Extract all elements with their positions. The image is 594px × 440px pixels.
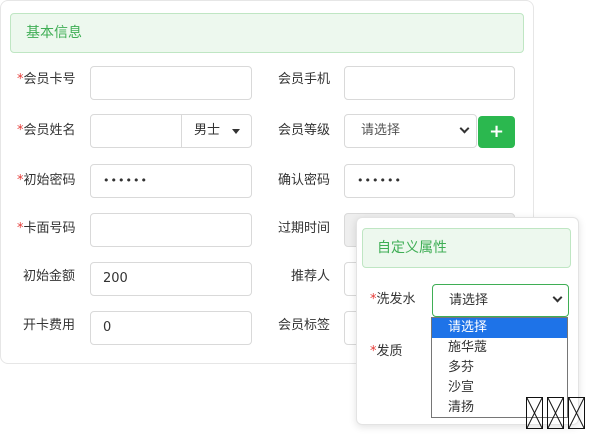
caret-down-icon bbox=[232, 129, 240, 134]
gender-value: 男士 bbox=[194, 123, 221, 138]
chevron-down-icon bbox=[459, 123, 470, 134]
referrer-label: 推荐人 bbox=[291, 269, 331, 284]
gender-dropdown[interactable]: 男士 bbox=[181, 114, 252, 148]
level-label: 会员等级 bbox=[278, 123, 331, 138]
initial-amount-input[interactable]: 200 bbox=[90, 262, 252, 296]
card-face-no-input[interactable] bbox=[90, 213, 252, 247]
custom-attributes-header: 自定义属性 bbox=[362, 228, 571, 268]
shampoo-option[interactable]: 请选择 bbox=[432, 318, 567, 338]
chevron-down-icon bbox=[552, 292, 563, 303]
card-no-input[interactable] bbox=[90, 66, 252, 100]
member-tags-label: 会员标签 bbox=[278, 318, 331, 333]
name-input[interactable] bbox=[90, 114, 182, 148]
phone-label: 会员手机 bbox=[278, 72, 331, 87]
shampoo-option[interactable]: 多芬 bbox=[432, 358, 567, 378]
shampoo-select-value: 请选择 bbox=[449, 293, 489, 308]
shampoo-label: *洗发水 bbox=[370, 292, 416, 307]
shampoo-select[interactable]: 请选择 bbox=[432, 284, 569, 317]
basic-info-header: 基本信息 bbox=[10, 13, 524, 53]
missing-glyph-icon bbox=[526, 397, 543, 429]
card-face-no-label: *卡面号码 bbox=[17, 221, 76, 236]
hair-type-label: *发质 bbox=[370, 344, 403, 359]
card-fee-label: 开卡费用 bbox=[23, 318, 76, 333]
confirm-password-input[interactable]: •••••• bbox=[344, 164, 515, 198]
card-no-label: *会员卡号 bbox=[17, 72, 76, 87]
phone-input[interactable] bbox=[344, 66, 515, 100]
expire-time-label: 过期时间 bbox=[278, 221, 331, 236]
missing-glyph-icon bbox=[547, 397, 564, 429]
card-fee-input[interactable]: 0 bbox=[90, 311, 252, 345]
shampoo-option[interactable]: 沙宣 bbox=[432, 378, 567, 398]
level-select[interactable]: 请选择 bbox=[344, 114, 477, 148]
add-level-button[interactable]: + bbox=[478, 116, 515, 148]
initial-amount-label: 初始金额 bbox=[23, 269, 76, 284]
confirm-password-label: 确认密码 bbox=[278, 173, 331, 188]
name-label: *会员姓名 bbox=[17, 123, 76, 138]
level-select-value: 请选择 bbox=[361, 123, 401, 138]
initial-password-input[interactable]: •••••• bbox=[90, 164, 252, 198]
initial-password-label: *初始密码 bbox=[17, 173, 76, 188]
shampoo-option[interactable]: 施华蔻 bbox=[432, 338, 567, 358]
missing-glyph-icon bbox=[568, 397, 585, 429]
